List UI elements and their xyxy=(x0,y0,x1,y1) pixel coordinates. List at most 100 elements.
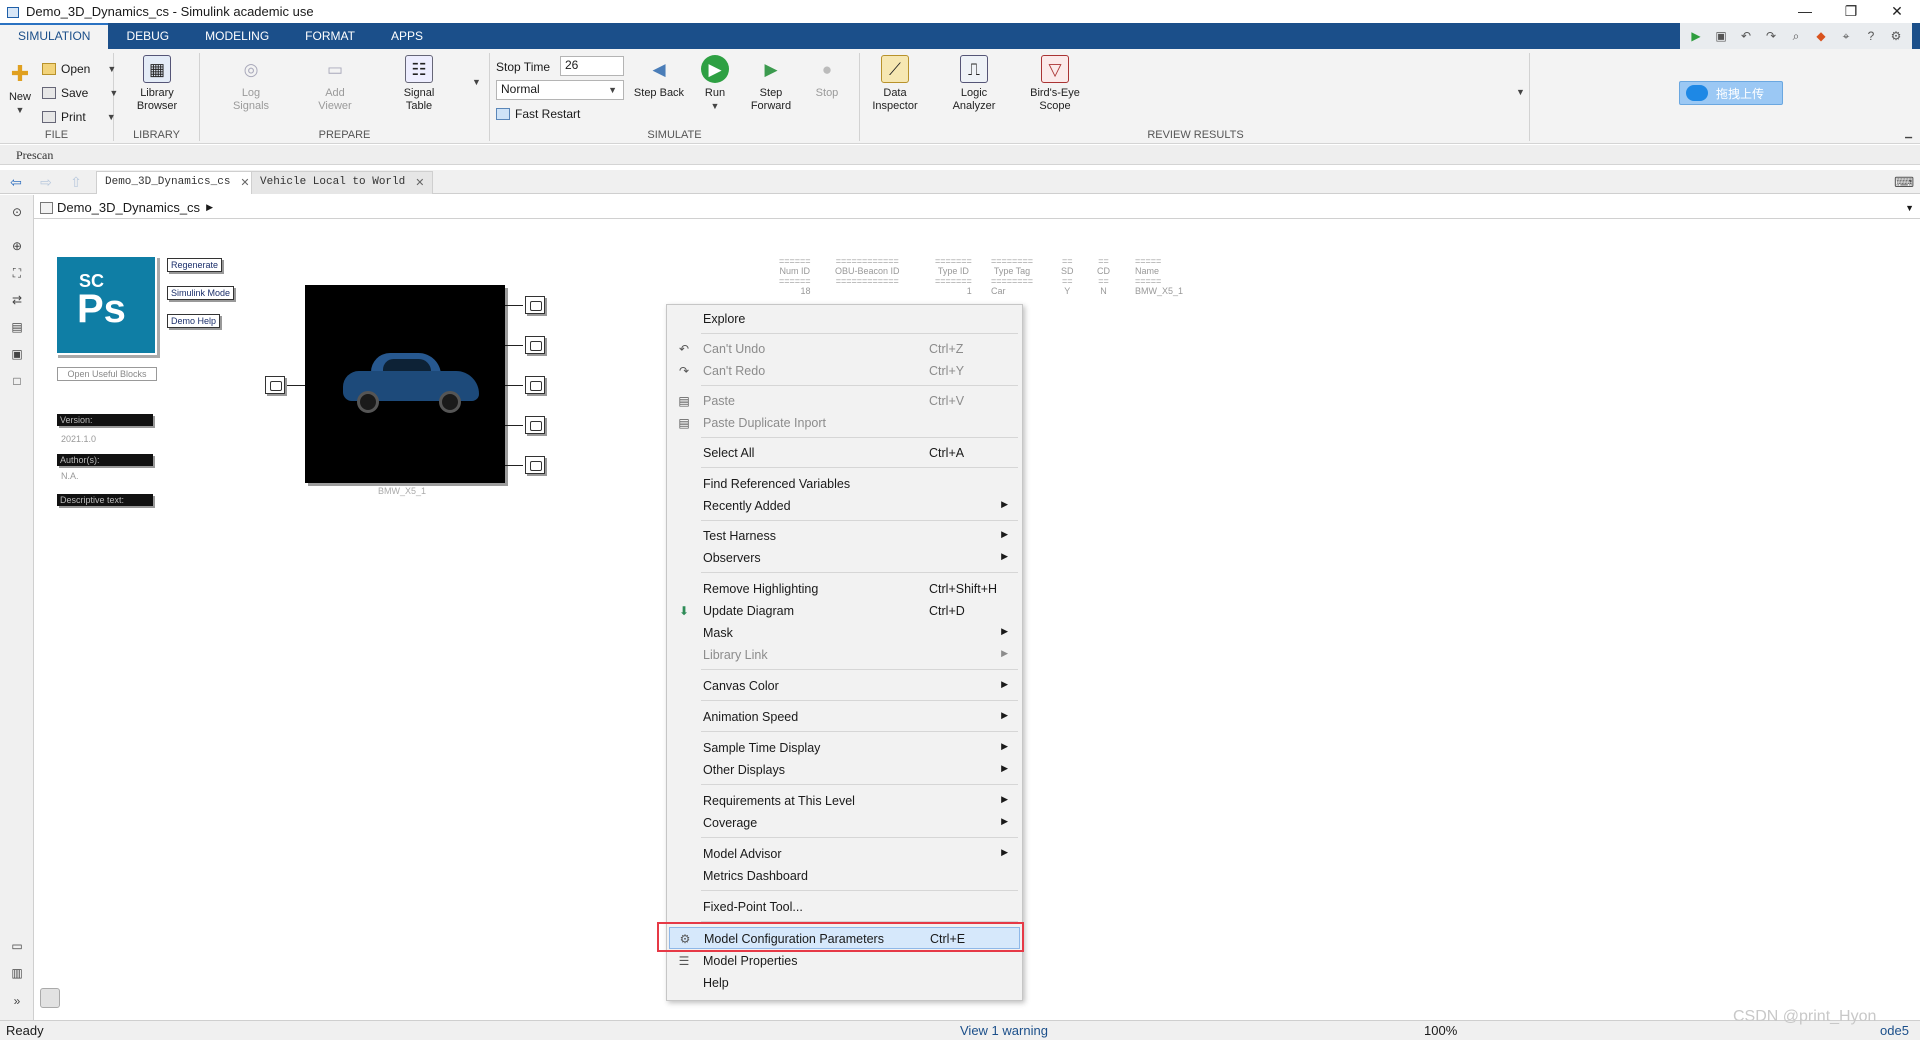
redo-icon[interactable]: ↷ xyxy=(1761,27,1781,45)
open-useful-blocks-button[interactable]: Open Useful Blocks xyxy=(57,367,157,381)
menu-item-model-advisor[interactable]: Model Advisor ▶ xyxy=(669,843,1020,865)
menu-item-metrics-dashboard[interactable]: Metrics Dashboard xyxy=(669,865,1020,887)
regenerate-button[interactable]: Regenerate xyxy=(167,258,223,272)
upload-button[interactable]: 拖拽上传 xyxy=(1679,81,1783,105)
simulink-mode-button[interactable]: Simulink Mode xyxy=(167,286,235,300)
output-signal-line[interactable] xyxy=(505,305,523,306)
doc-tab-vehicle-local-to-world[interactable]: Vehicle Local to World ✕ xyxy=(251,171,434,194)
menu-item-library-link[interactable]: Library Link ▶ xyxy=(669,644,1020,666)
settings-icon[interactable]: ⚙ xyxy=(1886,27,1906,45)
data-inspector-button[interactable]: ⟋ Data Inspector xyxy=(868,55,922,113)
menu-item-animation-speed[interactable]: Animation Speed ▶ xyxy=(669,706,1020,728)
tab-simulation[interactable]: SIMULATION xyxy=(0,23,109,49)
model-browser-toggle-icon[interactable]: ⊙ xyxy=(8,204,26,220)
save-quick-icon[interactable]: ▣ xyxy=(1711,27,1731,45)
image-icon[interactable]: ▣ xyxy=(8,346,26,362)
address-dropdown-icon[interactable]: ▼ xyxy=(1905,203,1914,213)
prescan-logo-block[interactable]: SC Ps xyxy=(55,255,157,355)
breadcrumb-arrow-icon[interactable]: ▶ xyxy=(206,202,213,213)
back-arrow-icon[interactable]: ⇦ xyxy=(6,173,26,191)
menu-item-test-harness[interactable]: Test Harness ▶ xyxy=(669,525,1020,547)
menu-item-recently-added[interactable]: Recently Added ▶ xyxy=(669,495,1020,517)
menu-item-sample-time-display[interactable]: Sample Time Display ▶ xyxy=(669,737,1020,759)
step-back-button[interactable]: ◀ Step Back xyxy=(632,55,686,100)
menu-item-paste-duplicate-inport[interactable]: ▤ Paste Duplicate Inport xyxy=(669,412,1020,434)
restore-button[interactable]: ❐ xyxy=(1828,0,1874,23)
menu-item-update-diagram[interactable]: ⬇ Update Diagram Ctrl+D xyxy=(669,600,1020,622)
input-signal-line[interactable] xyxy=(287,385,305,386)
search-icon[interactable]: ⌕ xyxy=(1786,27,1806,45)
output-signal-line[interactable] xyxy=(505,425,523,426)
menu-item-help[interactable]: Help xyxy=(669,972,1020,994)
simulation-mode-select[interactable]: Normal ▼ xyxy=(496,80,624,100)
output-port-block[interactable] xyxy=(525,336,545,354)
output-port-block[interactable] xyxy=(525,416,545,434)
menu-item-mask[interactable]: Mask ▶ xyxy=(669,622,1020,644)
output-port-block[interactable] xyxy=(525,296,545,314)
menu-item-explore[interactable]: Explore xyxy=(669,308,1020,330)
doc-tab-demo-3d-dynamics[interactable]: Demo_3D_Dynamics_cs ✕ xyxy=(96,171,259,194)
signal-table-button[interactable]: ☷ Signal Table xyxy=(392,55,446,113)
menu-item-find-referenced-variables[interactable]: Find Referenced Variables xyxy=(669,473,1020,495)
up-arrow-icon[interactable]: ⇧ xyxy=(66,173,86,191)
solver-name[interactable]: ode5 xyxy=(1880,1023,1909,1038)
run-button[interactable]: ▶ Run ▼ xyxy=(688,55,742,113)
menu-item-paste[interactable]: ▤ Paste Ctrl+V xyxy=(669,390,1020,412)
output-signal-line[interactable] xyxy=(505,465,523,466)
logic-analyzer-button[interactable]: ⎍ Logic Analyzer xyxy=(947,55,1001,113)
breadcrumb[interactable]: Demo_3D_Dynamics_cs xyxy=(57,200,200,215)
area-icon[interactable]: □ xyxy=(8,373,26,389)
log-signals-button[interactable]: ◎ Log Signals xyxy=(224,55,278,113)
menu-item-model-properties[interactable]: ☰ Model Properties xyxy=(669,950,1020,972)
tab-apps[interactable]: APPS xyxy=(373,23,441,49)
output-port-block[interactable] xyxy=(525,376,545,394)
zoom-in-icon[interactable]: ⊕ xyxy=(8,238,26,254)
zoom-icon[interactable]: ⌖ xyxy=(1836,27,1856,45)
output-signal-line[interactable] xyxy=(505,345,523,346)
open-button[interactable]: Open ▼ xyxy=(42,60,116,78)
screenshot-icon[interactable]: ▭ xyxy=(8,938,26,954)
menu-item-coverage[interactable]: Coverage ▶ xyxy=(669,812,1020,834)
arrow-icon[interactable]: ⇄ xyxy=(8,292,26,308)
close-tab-icon[interactable]: ✕ xyxy=(415,176,424,190)
ribbon-gallery-expand-icon[interactable]: ▼ xyxy=(1516,87,1525,97)
menu-item-undo[interactable]: ↶ Can't Undo Ctrl+Z xyxy=(669,338,1020,360)
bmw-x5-vehicle-block[interactable] xyxy=(305,285,505,483)
menu-item-redo[interactable]: ↷ Can't Redo Ctrl+Y xyxy=(669,360,1020,382)
new-button[interactable]: ✚ New ▼ xyxy=(0,59,40,117)
forward-arrow-icon[interactable]: ⇨ xyxy=(36,173,56,191)
collapse-ribbon-icon[interactable]: ▁ xyxy=(1905,128,1912,139)
help-icon[interactable]: ? xyxy=(1861,27,1881,45)
menu-item-observers[interactable]: Observers ▶ xyxy=(669,547,1020,569)
warning-link[interactable]: View 1 warning xyxy=(960,1023,1048,1038)
menu-item-requirements[interactable]: Requirements at This Level ▶ xyxy=(669,790,1020,812)
output-signal-line[interactable] xyxy=(505,385,523,386)
keyboard-icon[interactable]: ⌨ xyxy=(1894,173,1914,191)
fit-to-view-icon[interactable]: ⛶ xyxy=(8,265,26,281)
expand-palette-icon[interactable]: » xyxy=(8,993,26,1009)
property-inspector-icon[interactable]: ▥ xyxy=(8,965,26,981)
close-window-button[interactable]: ✕ xyxy=(1874,0,1920,23)
tab-modeling[interactable]: MODELING xyxy=(187,23,287,49)
menu-item-other-displays[interactable]: Other Displays ▶ xyxy=(669,759,1020,781)
birds-eye-scope-button[interactable]: ▽ Bird's-Eye Scope xyxy=(1028,55,1082,113)
annotation-icon[interactable]: ▤ xyxy=(8,319,26,335)
print-button[interactable]: Print ▼ xyxy=(42,108,116,126)
demo-help-button[interactable]: Demo Help xyxy=(167,314,221,328)
menu-item-canvas-color[interactable]: Canvas Color ▶ xyxy=(669,675,1020,697)
run-quick-icon[interactable]: ▶ xyxy=(1686,27,1706,45)
menu-item-select-all[interactable]: Select All Ctrl+A xyxy=(669,442,1020,464)
menu-item-fixed-point-tool[interactable]: Fixed-Point Tool... xyxy=(669,896,1020,918)
fast-restart-button[interactable]: Fast Restart xyxy=(496,105,580,123)
tab-format[interactable]: FORMAT xyxy=(287,23,373,49)
close-tab-icon[interactable]: ✕ xyxy=(240,176,249,190)
tab-debug[interactable]: DEBUG xyxy=(108,23,187,49)
undo-icon[interactable]: ↶ xyxy=(1736,27,1756,45)
add-viewer-button[interactable]: ▭ Add Viewer xyxy=(308,55,362,113)
step-forward-button[interactable]: ▶ Step Forward xyxy=(744,55,798,113)
menu-item-remove-highlighting[interactable]: Remove Highlighting Ctrl+Shift+H xyxy=(669,578,1020,600)
library-browser-button[interactable]: ▦ Library Browser xyxy=(130,55,184,113)
prepare-gallery-expand-icon[interactable]: ▼ xyxy=(472,77,481,87)
matlab-icon[interactable]: ◆ xyxy=(1811,27,1831,45)
minimize-button[interactable]: — xyxy=(1782,0,1828,23)
